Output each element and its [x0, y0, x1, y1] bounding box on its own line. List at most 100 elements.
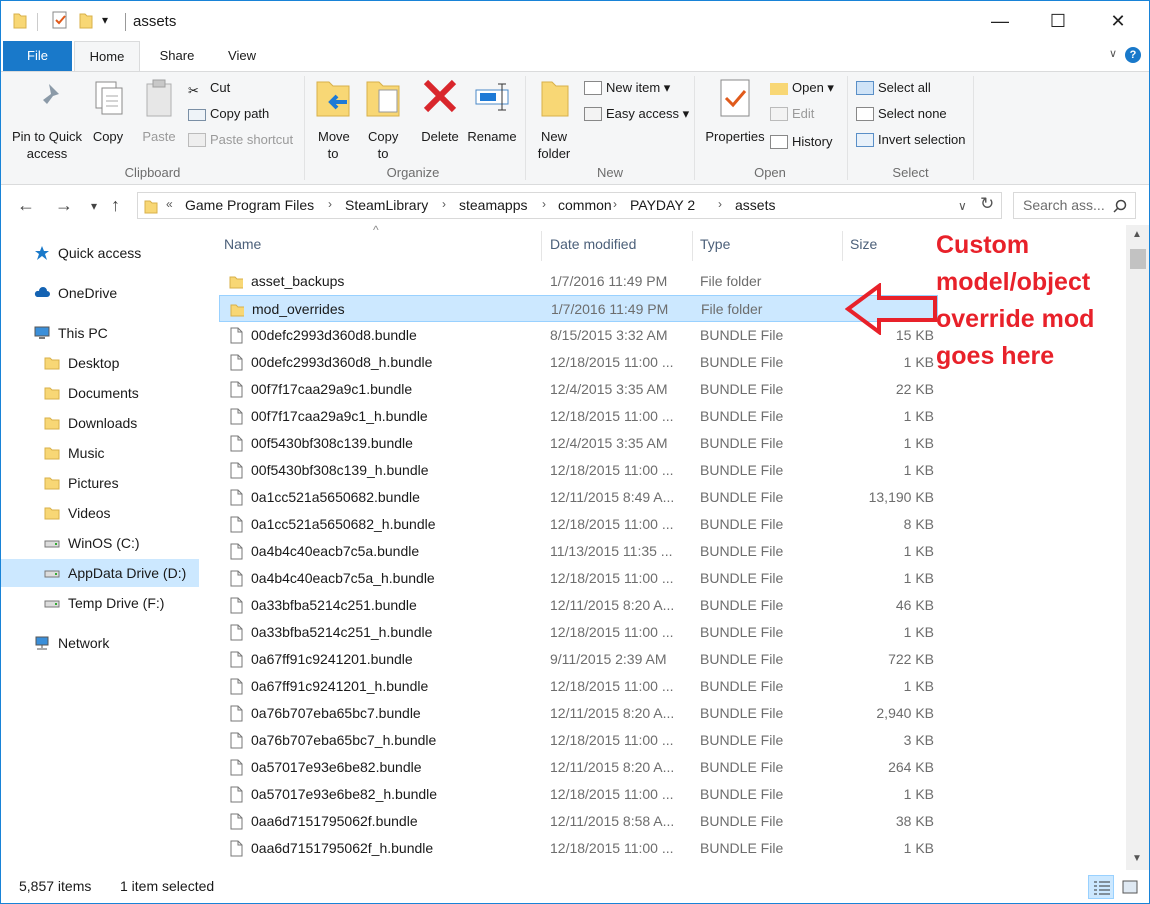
address-bar[interactable]: « Game Program Files › SteamLibrary › st…	[137, 192, 1002, 219]
edit-button[interactable]: Edit	[770, 103, 814, 125]
table-row[interactable]: 0a1cc521a5650682.bundle 12/11/2015 8:49 A…	[219, 484, 938, 511]
table-row[interactable]: 0a1cc521a5650682_h.bundle 12/18/2015 11:0…	[219, 511, 938, 538]
chevron-right-icon[interactable]: ›	[718, 197, 722, 211]
table-row[interactable]: 0a57017e93e6be82.bundle 12/11/2015 8:20 A…	[219, 754, 938, 781]
nav-item[interactable]: Temp Drive (F:)	[1, 589, 199, 617]
table-row[interactable]: mod_overrides 1/7/2016 11:49 PM File folde…	[219, 295, 938, 322]
paste-shortcut-button[interactable]: Paste shortcut	[188, 129, 293, 151]
customize-toolbar-icon[interactable]: ▾	[102, 13, 108, 27]
breadcrumb-steamlibrary[interactable]: SteamLibrary	[345, 197, 428, 213]
nav-item[interactable]: Quick access	[1, 239, 199, 267]
up-arrow-icon[interactable]: ↑	[111, 195, 120, 216]
nav-item[interactable]: Pictures	[1, 469, 199, 497]
nav-item[interactable]: OneDrive	[1, 279, 199, 307]
table-row[interactable]: 00f7f17caa29a9c1.bundle 12/4/2015 3:35 AM…	[219, 376, 938, 403]
invert-selection-button[interactable]: Invert selection	[856, 129, 965, 151]
chevron-right-icon[interactable]: ›	[613, 197, 617, 211]
table-row[interactable]: 0a57017e93e6be82_h.bundle 12/18/2015 11:0…	[219, 781, 938, 808]
chevron-right-icon[interactable]: ›	[442, 197, 446, 211]
back-arrow-icon[interactable]: ←	[17, 195, 35, 216]
select-none-button[interactable]: Select none	[856, 103, 947, 125]
table-row[interactable]: 00f5430bf308c139.bundle 12/4/2015 3:35 AM…	[219, 430, 938, 457]
close-button[interactable]: ✕	[1089, 1, 1147, 41]
table-row[interactable]: 0a4b4c40eacb7c5a.bundle 11/13/2015 11:35 …	[219, 538, 938, 565]
forward-arrow-icon[interactable]: →	[55, 195, 73, 216]
new-item-button[interactable]: New item ▾	[584, 77, 670, 99]
scroll-up-icon[interactable]: ▲	[1132, 229, 1142, 240]
details-view-button[interactable]	[1088, 875, 1114, 899]
new-folder-icon[interactable]	[79, 11, 93, 29]
rename-button[interactable]: Rename	[465, 76, 519, 145]
nav-item[interactable]: Videos	[1, 499, 199, 527]
nav-item[interactable]: Downloads	[1, 409, 199, 437]
breadcrumb-steamapps[interactable]: steamapps	[459, 197, 527, 213]
copy-path-button[interactable]: Copy path	[188, 103, 269, 125]
table-row[interactable]: 0a67ff91c9241201.bundle 9/11/2015 2:39 AM…	[219, 646, 938, 673]
table-row[interactable]: 00defc2993d360d8_h.bundle 12/18/2015 11:0…	[219, 349, 938, 376]
table-row[interactable]: 00f7f17caa29a9c1_h.bundle 12/18/2015 11:0…	[219, 403, 938, 430]
column-header-type[interactable]: Type	[700, 225, 730, 263]
cut-button[interactable]: ✂ Cut	[188, 77, 230, 99]
chevron-right-icon[interactable]: ›	[328, 197, 332, 211]
nav-item[interactable]: Documents	[1, 379, 199, 407]
tab-view[interactable]: View	[210, 41, 274, 71]
chevron-right-icon[interactable]: ›	[542, 197, 546, 211]
properties-icon[interactable]	[51, 11, 69, 29]
column-header-size[interactable]: Size	[850, 225, 877, 263]
select-all-button[interactable]: Select all	[856, 77, 931, 99]
tab-home[interactable]: Home	[74, 41, 140, 72]
large-icons-view-button[interactable]	[1118, 875, 1142, 899]
nav-item[interactable]: Desktop	[1, 349, 199, 377]
pin-quick-access-button[interactable]: Pin to Quick access	[7, 76, 87, 162]
nav-item[interactable]: This PC	[1, 319, 199, 347]
search-input[interactable]: Search ass...	[1013, 192, 1136, 219]
scrollbar-thumb[interactable]	[1130, 249, 1146, 269]
new-folder-button[interactable]: New folder	[530, 76, 578, 162]
recent-locations-icon[interactable]: ▾	[91, 199, 97, 213]
table-row[interactable]: 0a76b707eba65bc7.bundle 12/11/2015 8:20 A…	[219, 700, 938, 727]
tab-share[interactable]: Share	[144, 41, 210, 71]
column-separator[interactable]	[842, 231, 843, 261]
table-row[interactable]: 0aa6d7151795062f_h.bundle 12/18/2015 11:0…	[219, 835, 938, 862]
vertical-scrollbar[interactable]: ▲ ▼	[1126, 225, 1149, 870]
table-row[interactable]: 0a4b4c40eacb7c5a_h.bundle 12/18/2015 11:0…	[219, 565, 938, 592]
open-button[interactable]: Open ▾	[770, 77, 834, 99]
easy-access-button[interactable]: Easy access ▾	[584, 103, 689, 125]
breadcrumb-payday-2[interactable]: PAYDAY 2	[630, 197, 695, 213]
collapse-ribbon-icon[interactable]: ∨	[1109, 47, 1117, 60]
breadcrumb-assets[interactable]: assets	[735, 197, 775, 213]
help-icon[interactable]: ?	[1125, 47, 1141, 63]
column-header-date[interactable]: Date modified	[550, 225, 636, 263]
column-separator[interactable]	[541, 231, 542, 261]
delete-button[interactable]: Delete	[417, 76, 463, 145]
copy-to-button[interactable]: Copy to	[361, 76, 405, 162]
nav-item[interactable]: AppData Drive (D:)	[1, 559, 199, 587]
table-row[interactable]: 00defc2993d360d8.bundle 8/15/2015 3:32 AM…	[219, 322, 938, 349]
table-row[interactable]: 0a67ff91c9241201_h.bundle 12/18/2015 11:0…	[219, 673, 938, 700]
table-row[interactable]: 0a33bfba5214c251.bundle 12/11/2015 8:20 A…	[219, 592, 938, 619]
table-row-clipped[interactable]	[219, 862, 938, 870]
nav-item[interactable]: Music	[1, 439, 199, 467]
refresh-icon[interactable]: ↻	[980, 194, 994, 214]
nav-item[interactable]: Network	[1, 629, 199, 657]
breadcrumb-game-program-files[interactable]: Game Program Files	[185, 197, 314, 213]
column-header-name[interactable]: Name	[224, 225, 261, 263]
column-separator[interactable]	[692, 231, 693, 261]
paste-button[interactable]: Paste	[137, 76, 181, 145]
scroll-down-icon[interactable]: ▼	[1132, 853, 1142, 864]
breadcrumb-common[interactable]: common	[558, 197, 612, 213]
table-row[interactable]: 0aa6d7151795062f.bundle 12/11/2015 8:58 A…	[219, 808, 938, 835]
nav-item[interactable]: WinOS (C:)	[1, 529, 199, 557]
maximize-button[interactable]: ☐	[1029, 1, 1087, 41]
copy-button[interactable]: Copy	[87, 76, 129, 145]
table-row[interactable]: 0a76b707eba65bc7_h.bundle 12/18/2015 11:0…	[219, 727, 938, 754]
table-row[interactable]: asset_backups 1/7/2016 11:49 PM File folde…	[219, 268, 938, 295]
properties-button[interactable]: Properties	[699, 76, 771, 145]
overflow-icon[interactable]: «	[166, 197, 173, 211]
minimize-button[interactable]: —	[971, 1, 1029, 41]
table-row[interactable]: 0a33bfba5214c251_h.bundle 12/18/2015 11:0…	[219, 619, 938, 646]
table-row[interactable]: 00f5430bf308c139_h.bundle 12/18/2015 11:0…	[219, 457, 938, 484]
tab-file[interactable]: File	[3, 41, 72, 71]
history-button[interactable]: History	[770, 131, 832, 153]
move-to-button[interactable]: Move to	[311, 76, 355, 162]
